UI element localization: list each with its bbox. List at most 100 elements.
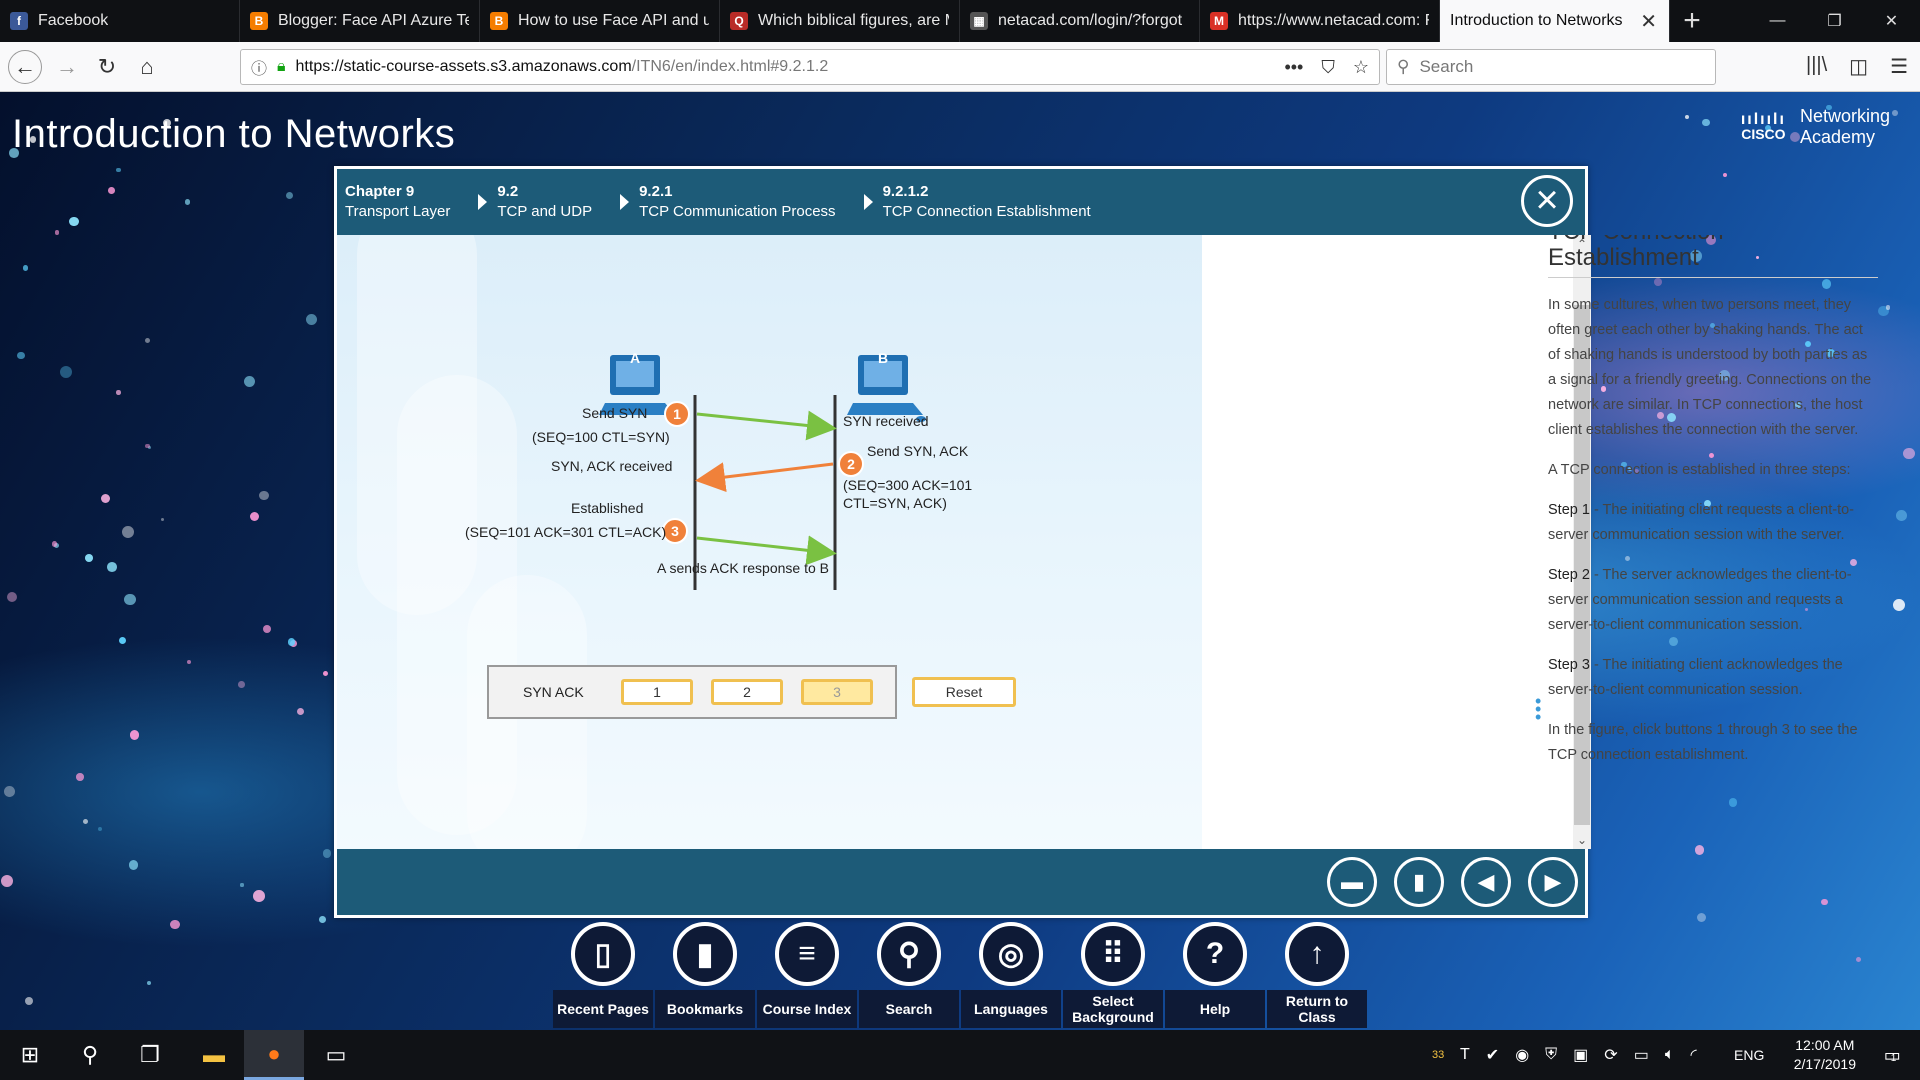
step-3-desc: - The initiating client acknowledges the… bbox=[1548, 657, 1843, 698]
quora-icon: Q bbox=[730, 12, 748, 30]
breadcrumb-item[interactable]: 9.2 TCP and UDP bbox=[450, 169, 592, 235]
close-tab-icon[interactable]: ✕ bbox=[1640, 9, 1657, 34]
step-badge-2: 2 bbox=[838, 451, 864, 477]
next-page-icon[interactable]: ▶ bbox=[1528, 857, 1578, 907]
logo-line-2: Academy bbox=[1799, 127, 1875, 147]
ack-detail: (SEQ=101 ACK=301 CTL=ACK) bbox=[465, 524, 667, 540]
windows-start-icon[interactable]: ⊞ bbox=[0, 1030, 60, 1080]
terminal-icon[interactable]: ▭ bbox=[306, 1030, 366, 1080]
toolbar-button[interactable]: ? Help bbox=[1165, 918, 1265, 1030]
search-input[interactable]: ⚲ Search bbox=[1386, 49, 1716, 85]
facebook-icon: f bbox=[10, 12, 28, 30]
syn-received-label: SYN received bbox=[843, 413, 929, 429]
reload-button[interactable]: ↻ bbox=[90, 50, 124, 84]
step-1-label: Step 1 bbox=[1548, 502, 1590, 518]
previous-page-icon[interactable]: ◀ bbox=[1461, 857, 1511, 907]
toolbar-label: Languages bbox=[961, 990, 1061, 1028]
browser-tab[interactable]: ▦ netacad.com/login/?forgot bbox=[960, 0, 1200, 42]
info-icon[interactable]: ⓘ bbox=[251, 55, 267, 79]
action-center-icon[interactable]: ▭ 1 bbox=[1860, 1030, 1920, 1080]
tab-title: How to use Face API and ut bbox=[518, 12, 709, 29]
home-button[interactable]: ⌂ bbox=[130, 50, 164, 84]
minimize-icon[interactable]: — bbox=[1749, 0, 1806, 42]
blogger-icon: B bbox=[490, 12, 508, 30]
light-dot bbox=[287, 638, 296, 646]
browser-tab[interactable]: Mhttps://www.netacad.com: F bbox=[1200, 0, 1440, 42]
closing-paragraph: In the figure, click buttons 1 through 3… bbox=[1548, 722, 1858, 763]
back-button[interactable]: ← bbox=[8, 50, 42, 84]
url-bar[interactable]: ⓘ 🔒︎ https://static-course-assets.s3.ama… bbox=[240, 49, 1380, 85]
globe-icon: ◎ bbox=[979, 922, 1043, 986]
cisco-bars-icon: ıılıılı CISCO bbox=[1740, 111, 1786, 142]
clock-time: 12:00 AM bbox=[1795, 1037, 1855, 1053]
help-icon: ? bbox=[1183, 922, 1247, 986]
language-indicator[interactable]: ENG bbox=[1734, 1030, 1764, 1080]
search-icon: ⚲ bbox=[1397, 57, 1410, 76]
breadcrumb: Chapter 9 Transport Layer 9.2 TCP and UDP 9.… bbox=[337, 169, 1091, 235]
step-2-text: Step 2 - The server acknowledges the cli… bbox=[1548, 563, 1878, 638]
menu-icon[interactable]: ☰ bbox=[1890, 54, 1908, 79]
light-dot bbox=[240, 883, 244, 887]
step-2-button[interactable]: 2 bbox=[711, 679, 783, 705]
file-explorer-icon[interactable]: ▬ bbox=[184, 1030, 244, 1080]
forward-button[interactable]: → bbox=[50, 50, 84, 84]
step-1-text: Step 1 - The initiating client requests … bbox=[1548, 498, 1878, 548]
bookmark-page-icon[interactable]: ▮ bbox=[1394, 857, 1444, 907]
step-2-desc: - The server acknowledges the client-to-… bbox=[1548, 567, 1852, 633]
breadcrumb-item[interactable]: 9.2.1 TCP Communication Process bbox=[592, 169, 836, 235]
step-1-button[interactable]: 1 bbox=[621, 679, 693, 705]
toolbar-button[interactable]: ↑ Return to Class bbox=[1267, 918, 1367, 1030]
close-modal-button[interactable]: × bbox=[1521, 175, 1573, 227]
star-icon[interactable]: ☆ bbox=[1353, 57, 1369, 78]
browser-tab[interactable]: B Blogger: Face API Azure Tec bbox=[240, 0, 480, 42]
clock[interactable]: 12:00 AM 2/17/2019 bbox=[1794, 1036, 1856, 1074]
breadcrumb-item[interactable]: Chapter 9 Transport Layer bbox=[337, 169, 450, 235]
search-icon[interactable]: ⚲ bbox=[60, 1030, 120, 1080]
restore-icon[interactable]: ❐ bbox=[1806, 0, 1863, 42]
light-dot bbox=[322, 671, 329, 677]
light-dot bbox=[82, 818, 89, 824]
wifi-icon[interactable]: ◜ bbox=[1690, 1045, 1696, 1065]
browser-tab[interactable]: B How to use Face API and ut bbox=[480, 0, 720, 42]
toolbar-button[interactable]: ⚲ Search bbox=[859, 918, 959, 1030]
record-icon[interactable]: ◉ bbox=[1515, 1045, 1529, 1065]
browser-tab[interactable]: f Facebook bbox=[0, 0, 240, 42]
pocket-icon[interactable]: ⛉ bbox=[1321, 57, 1335, 78]
url-path: /ITN6/en/index.html#9.2.1.2 bbox=[631, 58, 829, 75]
modal-header: Chapter 9 Transport Layer 9.2 TCP and UDP 9.… bbox=[337, 169, 1585, 235]
toolbar-button[interactable]: ▮ Bookmarks bbox=[655, 918, 755, 1030]
syn-detail: (SEQ=100 CTL=SYN) bbox=[532, 429, 670, 445]
light-dot bbox=[1895, 510, 1907, 522]
window-controls: — ❐ ✕ bbox=[1749, 0, 1920, 42]
sidebar-icon[interactable]: ◫ bbox=[1849, 54, 1868, 79]
firefox-icon[interactable]: ● bbox=[244, 1030, 304, 1080]
more-icon[interactable]: • • • bbox=[1535, 692, 1541, 726]
toolbar-button[interactable]: ≡ Course Index bbox=[757, 918, 857, 1030]
chevron-right-icon bbox=[863, 194, 873, 210]
task-view-icon[interactable]: ❐ bbox=[120, 1030, 180, 1080]
step-2-label: Step 2 bbox=[1548, 567, 1590, 583]
breadcrumb-item[interactable]: 9.2.1.2 TCP Connection Establishment bbox=[836, 169, 1091, 235]
browser-tab[interactable]: Introduction to Networks ✕ bbox=[1440, 0, 1670, 42]
app-icon[interactable]: ▣ bbox=[1573, 1045, 1588, 1065]
step-3-button[interactable]: 3 bbox=[801, 679, 873, 705]
breadcrumb-label: TCP Connection Establishment bbox=[882, 203, 1091, 220]
page-actions-icon[interactable]: ••• bbox=[1284, 57, 1303, 78]
control-label: SYN ACK bbox=[523, 684, 584, 700]
comment-icon[interactable]: ▬ bbox=[1327, 857, 1377, 907]
library-icon[interactable]: |||\ bbox=[1806, 54, 1827, 79]
toolbar-button[interactable]: ▯ Recent Pages bbox=[553, 918, 653, 1030]
battery-icon[interactable]: ▭ bbox=[1634, 1045, 1649, 1065]
teams-icon[interactable]: T bbox=[1460, 1046, 1470, 1064]
sync-icon[interactable]: ⟳ bbox=[1604, 1045, 1617, 1065]
toolbar-button[interactable]: ⠿ Select Background bbox=[1063, 918, 1163, 1030]
volume-icon[interactable]: 🔈︎ bbox=[1665, 1046, 1675, 1064]
reset-button[interactable]: Reset bbox=[912, 677, 1016, 707]
close-window-icon[interactable]: ✕ bbox=[1863, 0, 1920, 42]
breadcrumb-label: Transport Layer bbox=[345, 203, 451, 220]
toolbar-button[interactable]: ◎ Languages bbox=[961, 918, 1061, 1030]
shield-icon[interactable]: ⛨ bbox=[1545, 1046, 1557, 1064]
new-tab-button[interactable]: + bbox=[1670, 0, 1714, 42]
browser-tab[interactable]: Q Which biblical figures, are M bbox=[720, 0, 960, 42]
network-check-icon[interactable]: ✔ bbox=[1486, 1045, 1499, 1065]
